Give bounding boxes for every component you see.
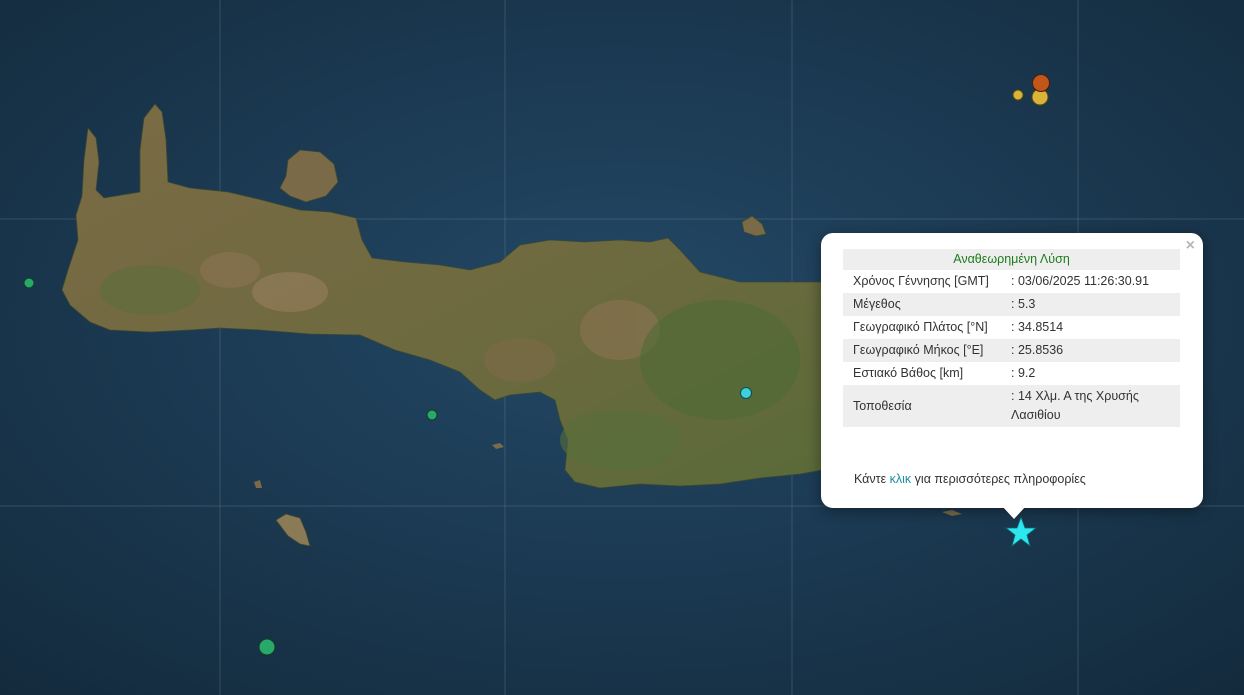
quake-marker-cyan[interactable] [740,387,752,399]
row-value: : 14 Χλμ. Α της Χρυσής Λασιθίου [1001,385,1180,427]
close-icon[interactable]: × [1186,238,1195,254]
popup-tip [1002,506,1026,519]
quake-marker-green-south[interactable] [426,409,438,421]
popup-title: Αναθεωρημένη Λύση [843,249,1180,270]
row-label: Εστιακό Βάθος [km] [853,366,964,380]
row-label: Γεωγραφικό Πλάτος [°N] [853,320,988,334]
row-latitude: Γεωγραφικό Πλάτος [°N] : 34.8514 [843,316,1180,339]
earthquake-info-popup: × Αναθεωρημένη Λύση Χρόνος Γέννησης [GMT… [821,233,1203,508]
row-location: Τοποθεσία : 14 Χλμ. Α της Χρυσής Λασιθίο… [843,385,1180,427]
row-value: : 34.8514 [1011,320,1064,334]
row-origin-time: Χρόνος Γέννησης [GMT] : 03/06/2025 11:26… [843,270,1180,293]
row-label: Γεωγραφικό Μήκος [°E] [843,339,1001,362]
more-info-suffix: για περισσότερες πληροφορίες [914,472,1086,486]
more-info-prefix: Κάντε [854,472,887,486]
quake-marker-green-west[interactable] [23,277,35,289]
row-label: Μέγεθος [843,293,1001,316]
row-magnitude: Μέγεθος : 5.3 [843,293,1180,316]
row-depth: Εστιακό Βάθος [km] : 9.2 [843,362,1180,385]
row-value: : 25.8536 [1001,339,1180,362]
row-longitude: Γεωγραφικό Μήκος [°E] : 25.8536 [843,339,1180,362]
more-info-text: Κάντε κλικ για περισσότερες πληροφορίες [854,472,1086,486]
row-value: : 9.2 [1011,366,1036,380]
quake-marker-orange[interactable] [1032,74,1050,92]
quake-marker-yellow-small[interactable] [1012,89,1024,101]
row-label: Τοποθεσία [843,385,1001,427]
earthquake-info-table: Αναθεωρημένη Λύση Χρόνος Γέννησης [GMT] … [843,249,1180,427]
more-info-link[interactable]: κλικ [890,472,912,486]
quake-marker-green-large[interactable] [258,638,276,656]
row-value: : 03/06/2025 11:26:30.91 [1011,274,1150,288]
row-label: Χρόνος Γέννησης [GMT] [853,274,989,288]
row-value: : 5.3 [1001,293,1180,316]
